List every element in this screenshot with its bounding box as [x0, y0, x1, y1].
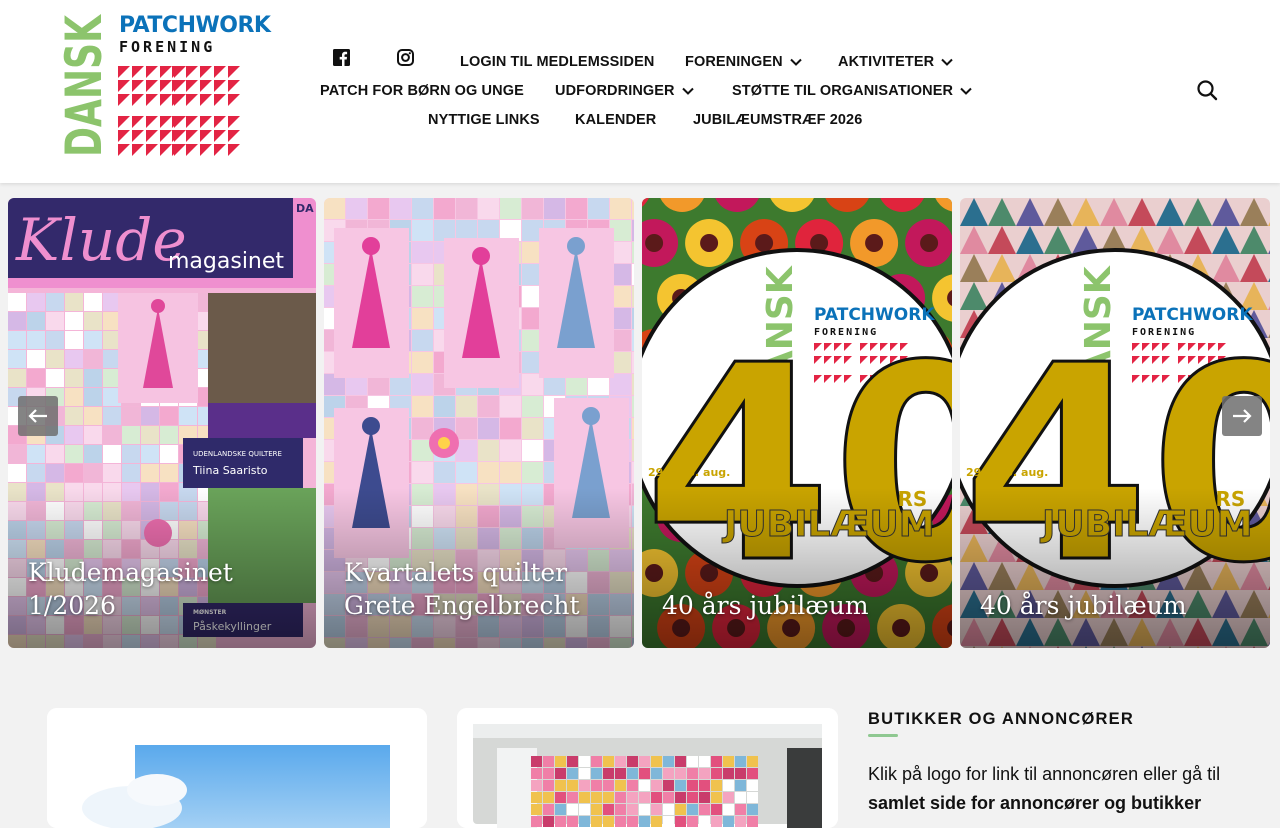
logo-dansk-wordmark: DANSK — [63, 14, 107, 157]
instagram-icon[interactable] — [397, 49, 415, 67]
svg-text:Tiina Saaristo: Tiina Saaristo — [192, 464, 268, 477]
nav-item-foreningen[interactable]: FORENINGEN — [685, 54, 802, 70]
nav-item-jubilaeumstraef[interactable]: JUBILÆUMSTRÆF 2026 — [693, 112, 862, 128]
widget-title-underline — [868, 734, 898, 737]
nav-item-label: PATCH FOR BØRN OG UNGE — [320, 83, 524, 99]
site-logo[interactable]: DANSK PATCHWORK FORENING — [63, 14, 271, 160]
slide-title[interactable]: Kvartalets quilter Grete Engelbrecht — [344, 556, 618, 622]
slide-title[interactable]: 40 års jubilæum — [662, 589, 936, 622]
svg-text:UDENLANDSKE QUILTERE: UDENLANDSKE QUILTERE — [193, 450, 282, 458]
slide-title[interactable]: 40 års jubilæum — [980, 589, 1254, 622]
slide-kvartalets-quilter[interactable]: Kvartalets quilter Grete Engelbrecht — [324, 198, 634, 648]
svg-text:DANSK: DANSK — [63, 14, 107, 157]
svg-text:Klude: Klude — [15, 206, 187, 274]
advertisers-link[interactable]: samlet side for annoncører og butikker — [868, 793, 1201, 813]
chevron-down-icon — [960, 87, 972, 95]
nav-item-label: AKTIVITETER — [838, 54, 935, 70]
nav-item-stotte[interactable]: STØTTE TIL ORGANISATIONER — [732, 83, 972, 99]
arrow-left-icon — [28, 409, 47, 423]
search-icon[interactable] — [1196, 79, 1218, 101]
nav-item-kalender[interactable]: KALENDER — [575, 112, 656, 128]
logo-patchwork-text: PATCHWORK — [119, 13, 271, 38]
widget-title: BUTIKKER OG ANNONCØRER — [868, 710, 1134, 728]
facebook-icon[interactable] — [333, 49, 351, 67]
nav-item-label: FORENINGEN — [685, 54, 783, 70]
slider-prev-button[interactable] — [18, 396, 58, 436]
nav-item-patch-for-born[interactable]: PATCH FOR BØRN OG UNGE — [320, 83, 524, 99]
post-card[interactable] — [457, 708, 838, 828]
svg-text:29. - 30. aug.: 29. - 30. aug. — [966, 466, 1048, 479]
chevron-down-icon — [941, 58, 953, 66]
slider-next-button[interactable] — [1222, 396, 1262, 436]
nav-item-login[interactable]: LOGIN TIL MEDLEMSSIDEN — [460, 54, 654, 70]
nav-item-label: UDFORDRINGER — [555, 83, 675, 99]
chevron-down-icon — [789, 58, 802, 66]
nav-item-label: STØTTE TIL ORGANISATIONER — [732, 83, 954, 99]
site-header: DANSK PATCHWORK FORENING LOGIN TIL MEDLE… — [0, 0, 1280, 183]
nav-item-label: KALENDER — [575, 112, 657, 128]
logo-forening-text: FORENING — [119, 38, 216, 56]
post-card[interactable] — [47, 708, 427, 828]
slide-title[interactable]: Kludemagasinet 1/2026 — [28, 556, 300, 622]
featured-slider: Klude magasinet DA UDENLANDSKE QUILTERE … — [0, 198, 1280, 648]
svg-text:DA: DA — [296, 202, 314, 215]
slide-jubilaeum-1[interactable]: DANSKPATCHWORKFORENING40ÅRS29. - 30. aug… — [642, 198, 952, 648]
nav-item-label: NYTTIGE LINKS — [428, 112, 540, 128]
nav-item-label: LOGIN TIL MEDLEMSSIDEN — [460, 54, 655, 70]
logo-triangle-pattern — [118, 66, 240, 156]
arrow-right-icon — [1233, 409, 1252, 423]
widget-text: Klik på logo for link til annoncøren ell… — [868, 764, 1221, 784]
svg-text:magasinet: magasinet — [168, 249, 284, 274]
svg-text:29. - 30. aug.: 29. - 30. aug. — [648, 466, 730, 479]
main-navigation: LOGIN TIL MEDLEMSSIDEN FORENINGEN AKTIVI… — [300, 40, 980, 140]
nav-item-nyttige-links[interactable]: NYTTIGE LINKS — [428, 112, 540, 128]
widget-description: Klik på logo for link til annoncøren ell… — [868, 760, 1248, 818]
nav-item-udfordringer[interactable]: UDFORDRINGER — [555, 83, 694, 99]
post-thumbnail — [457, 708, 838, 828]
nav-item-label: JUBILÆUMSTRÆF 2026 — [693, 112, 863, 128]
post-thumbnail — [47, 708, 427, 828]
nav-item-aktiviteter[interactable]: AKTIVITETER — [838, 54, 953, 70]
chevron-down-icon — [681, 87, 694, 95]
